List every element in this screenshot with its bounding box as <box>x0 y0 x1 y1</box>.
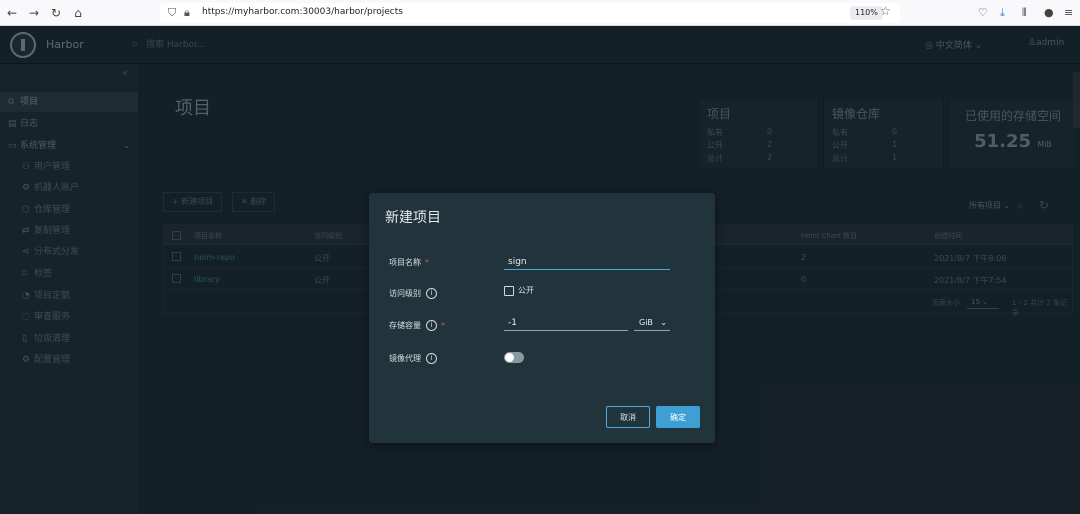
shield-icon[interactable]: ⛉ <box>168 5 176 21</box>
new-project-dialog: 新建项目 项目名称* 访问级别i 公开 存储容量i* GiB⌄ 镜像代理i 取消… <box>369 193 715 443</box>
checkbox-box[interactable] <box>504 285 514 296</box>
storage-unit-select[interactable]: GiB ⌄ <box>634 316 670 331</box>
access-level-label: 访问级别 i <box>389 288 437 299</box>
lock-icon[interactable]: 🔒︎ <box>184 5 190 21</box>
account-icon[interactable]: ● <box>1044 5 1054 21</box>
public-checkbox[interactable]: 公开 <box>504 285 534 296</box>
confirm-button[interactable]: 确定 <box>656 406 700 428</box>
url-text[interactable]: https://myharbor.com:30003/harbor/projec… <box>202 7 403 17</box>
home-icon[interactable]: ⌂ <box>70 5 86 21</box>
library-icon[interactable]: ⫴ <box>1022 5 1027 21</box>
arrow-right-icon[interactable]: → <box>26 5 42 21</box>
storage-quota-input[interactable] <box>504 315 628 331</box>
menu-icon[interactable]: ≡ <box>1064 5 1073 21</box>
reload-icon[interactable]: ↻ <box>48 5 64 21</box>
proxy-cache-toggle[interactable] <box>504 352 524 363</box>
storage-quota-label: 存储容量 i * <box>389 320 445 331</box>
pocket-icon[interactable]: ♡ <box>978 5 988 21</box>
project-name-input[interactable] <box>504 254 670 270</box>
info-icon[interactable]: i <box>426 353 437 364</box>
address-bar[interactable]: ⛉ 🔒︎ https://myharbor.com:30003/harbor/p… <box>160 3 900 23</box>
cancel-button[interactable]: 取消 <box>606 406 650 428</box>
arrow-left-icon[interactable]: ← <box>4 5 20 21</box>
browser-toolbar: ← → ↻ ⌂ ⛉ 🔒︎ https://myharbor.com:30003/… <box>0 0 1080 26</box>
info-icon[interactable]: i <box>426 288 437 299</box>
zoom-level-badge[interactable]: 110% <box>850 6 883 20</box>
info-icon[interactable]: i <box>426 320 437 331</box>
download-icon[interactable]: ⤓ <box>1000 5 1005 21</box>
dialog-title: 新建项目 <box>385 210 441 226</box>
toggle-knob <box>505 353 514 362</box>
project-name-label: 项目名称 * <box>389 258 429 267</box>
proxy-cache-label: 镜像代理 i <box>389 353 437 364</box>
chevron-down-icon: ⌄ <box>660 318 667 327</box>
star-icon[interactable]: ☆ <box>880 4 891 18</box>
